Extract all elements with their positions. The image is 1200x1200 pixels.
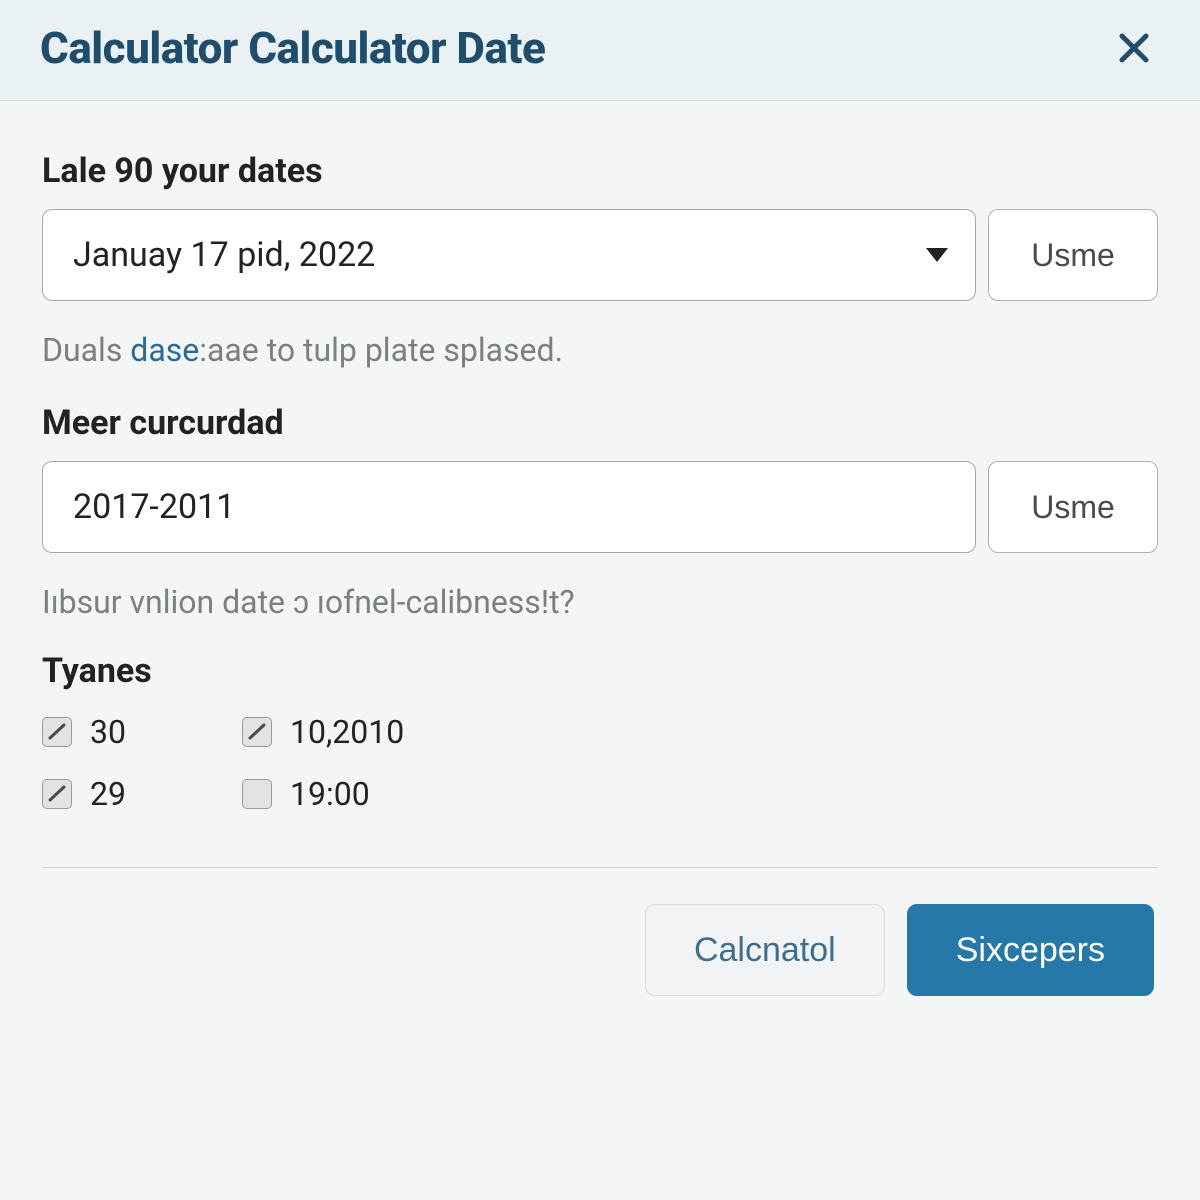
dates-usme-button[interactable]: Usme [988,209,1158,301]
checkbox-10-2010[interactable] [242,717,272,747]
footer-divider [42,867,1158,868]
checkbox-row: 19:00 [242,775,542,813]
curcurdad-help-text: Iıbsur vnlion date ɔ ıofnel-calibness!t? [42,583,1158,621]
tyanes-label: Tyanes [42,651,1158,691]
dates-label: Lale 90 your dates [42,151,1158,191]
checkbox-row: 30 [42,713,242,751]
checkbox-label: 30 [90,713,126,751]
check-icon [247,722,267,742]
dates-select-value: Januay 17 pid, 2022 [73,235,375,275]
dates-select[interactable]: Januay 17 pid, 2022 [42,209,976,301]
close-button[interactable] [1108,22,1160,74]
calcnatol-button[interactable]: Calcnatol [645,904,885,996]
dates-help-post: :aae to tulp plate splased. [199,331,563,369]
checkbox-30[interactable] [42,717,72,747]
checkbox-29[interactable] [42,779,72,809]
tyanes-checkbox-group: 30 10,2010 29 19:00 [42,713,1158,813]
curcurdad-label: Meer curcurdad [42,403,1158,443]
checkbox-19-00[interactable] [242,779,272,809]
checkbox-row: 10,2010 [242,713,542,751]
checkbox-label: 29 [90,775,126,813]
checkbox-label: 19:00 [290,775,370,813]
curcurdad-input-value: 2017-2011 [73,487,235,527]
dialog-header: Calculator Calculator Date [0,0,1200,101]
check-icon [47,784,67,804]
curcurdad-usme-button[interactable]: Usme [988,461,1158,553]
dates-help-link[interactable]: dase [130,331,199,369]
curcurdad-input[interactable]: 2017-2011 [42,461,976,553]
dates-help-pre: Duals [42,331,130,369]
check-icon [47,722,67,742]
dates-help-text: Duals dase:aae to tulp plate splased. [42,331,1158,369]
checkbox-row: 29 [42,775,242,813]
checkbox-label: 10,2010 [290,713,404,751]
close-icon [1116,30,1152,66]
sixcepers-button[interactable]: Sixcepers [907,904,1154,996]
dialog-footer: Calcnatol Sixcepers [42,904,1158,996]
dialog-title: Calculator Calculator Date [40,22,545,74]
